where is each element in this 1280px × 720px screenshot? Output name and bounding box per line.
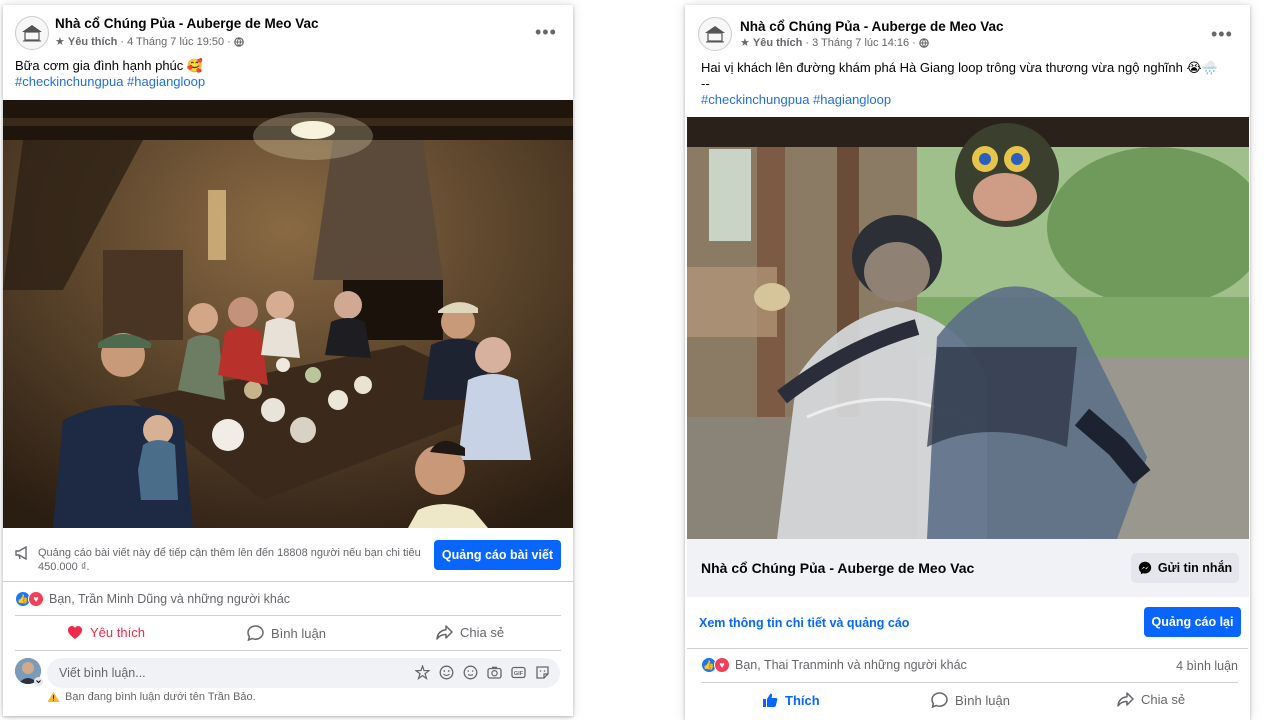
heart-icon: [68, 626, 82, 639]
reactions-summary[interactable]: 👍 ♥ Bạn, Trần Minh Dũng và những người k…: [15, 591, 290, 607]
post-caption: Bữa cơm gia đình hạnh phúc 🥰: [15, 58, 204, 73]
reactions-text: Bạn, Trần Minh Dũng và những người khác: [49, 592, 291, 606]
comment-label: Bình luận: [271, 625, 326, 641]
smile-icon[interactable]: [463, 665, 478, 680]
post-hashtags[interactable]: #checkinchungpua #hagiangloop: [15, 74, 205, 89]
favorite-button[interactable]: Yêu thích: [67, 625, 145, 640]
house-logo-icon: [22, 25, 42, 42]
like-label: Thích: [785, 692, 820, 708]
love-reaction-icon: ♥: [714, 657, 730, 673]
favorite-label: Yêu thích: [752, 36, 803, 49]
post-meta: ★ Yêu thích · 3 Tháng 7 lúc 14:16 ·: [740, 36, 929, 49]
favorite-label: Yêu thích: [67, 35, 118, 48]
divider: [3, 581, 573, 582]
post-header: Nhà cổ Chúng Pủa - Auberge de Meo Vac ★ …: [685, 5, 1250, 55]
notice-text: Bạn đang bình luận dưới tên Trần Bảo.: [65, 691, 256, 703]
megaphone-icon: [15, 546, 27, 560]
post-photo-dinner[interactable]: [3, 100, 573, 528]
page-avatar[interactable]: [15, 16, 49, 50]
comments-count[interactable]: 4 bình luận: [1176, 659, 1238, 673]
page-info-strip: Nhà cổ Chúng Pủa - Auberge de Meo Vac Gử…: [687, 539, 1249, 597]
share-button[interactable]: Chia sẻ: [436, 625, 504, 640]
like-button[interactable]: Thích: [762, 692, 820, 708]
favorite-label: Yêu thích: [90, 625, 145, 640]
house-logo-icon: [705, 26, 725, 43]
send-message-label: Gửi tin nhắn: [1157, 561, 1233, 575]
comment-icon: [247, 625, 264, 641]
comment-tools: GIF: [415, 665, 550, 680]
strip-page-name[interactable]: Nhà cổ Chúng Pủa - Auberge de Meo Vac: [701, 560, 974, 576]
view-insights-link[interactable]: Xem thông tin chi tiết và quảng cáo: [699, 616, 909, 630]
dinner-photo-illustration: [3, 100, 573, 528]
svg-text:GIF: GIF: [514, 671, 524, 677]
post-caption: Hai vị khách lên đường khám phá Hà Giang…: [701, 60, 1218, 75]
star-icon: ★: [55, 36, 65, 48]
promo-description: Quảng cáo bài viết này để tiếp cận thêm …: [38, 547, 421, 573]
share-label: Chia sẻ: [460, 625, 505, 640]
share-label: Chia sẻ: [1141, 692, 1186, 707]
promo-row: Quảng cáo bài viết này để tiếp cận thêm …: [3, 537, 573, 577]
timestamp[interactable]: 4 Tháng 7 lúc 19:50: [127, 36, 224, 48]
page-avatar[interactable]: [698, 17, 732, 51]
comment-button[interactable]: Bình luận: [247, 625, 326, 641]
share-button[interactable]: Chia sẻ: [1117, 692, 1185, 707]
promote-again-button[interactable]: Quảng cáo lại: [1144, 607, 1241, 637]
reaction-icons: 👍 ♥: [701, 657, 730, 673]
comment-button[interactable]: Bình luận: [931, 692, 1010, 708]
timestamp[interactable]: 3 Tháng 7 lúc 14:16: [812, 37, 909, 49]
post-caption-separator: --: [701, 76, 710, 91]
comment-input[interactable]: Viết bình luận... GIF: [47, 658, 560, 688]
chevron-down-icon[interactable]: [34, 677, 43, 686]
reaction-icons: 👍 ♥: [15, 591, 44, 607]
comment-placeholder: Viết bình luận...: [59, 666, 146, 680]
post-photo-raincoats[interactable]: [687, 117, 1249, 539]
love-reaction-icon: ♥: [28, 591, 44, 607]
post-card-1: Nhà cổ Chúng Pủa - Auberge de Meo Vac ★ …: [3, 5, 573, 716]
sticker-icon[interactable]: [535, 665, 550, 680]
globe-icon: [233, 36, 244, 47]
star-icon: ★: [740, 37, 750, 49]
divider: [15, 650, 561, 651]
messenger-icon: [1138, 561, 1152, 575]
boost-post-button[interactable]: Quảng cáo bài viết: [434, 540, 561, 570]
raincoat-photo-illustration: [687, 117, 1249, 539]
avatar-sticker-icon[interactable]: [415, 665, 430, 680]
page-name[interactable]: Nhà cổ Chúng Pủa - Auberge de Meo Vac: [55, 16, 319, 31]
divider: [701, 682, 1238, 683]
share-icon: [1117, 692, 1134, 707]
camera-icon[interactable]: [487, 665, 502, 680]
divider: [15, 615, 561, 616]
thumbs-up-icon: [763, 693, 778, 707]
emoji-icon[interactable]: [439, 665, 454, 680]
post-header: Nhà cổ Chúng Pủa - Auberge de Meo Vac ★ …: [3, 5, 573, 55]
page-name[interactable]: Nhà cổ Chúng Pủa - Auberge de Meo Vac: [740, 19, 1004, 34]
comment-identity-notice: Bạn đang bình luận dưới tên Trần Bảo.: [47, 691, 256, 703]
gif-icon[interactable]: GIF: [511, 665, 526, 680]
post-meta: ★ Yêu thích · 4 Tháng 7 lúc 19:50 ·: [55, 35, 244, 48]
send-message-button[interactable]: Gửi tin nhắn: [1131, 553, 1239, 583]
reactions-summary[interactable]: 👍 ♥ Bạn, Thai Tranminh và những người kh…: [701, 657, 967, 673]
share-icon: [436, 625, 453, 640]
post-hashtags[interactable]: #checkinchungpua #hagiangloop: [701, 92, 891, 107]
globe-icon: [918, 37, 929, 48]
more-options-icon[interactable]: •••: [1211, 25, 1233, 43]
warning-icon: [47, 692, 60, 702]
comment-label: Bình luận: [955, 692, 1010, 708]
comment-icon: [931, 692, 948, 708]
divider: [687, 648, 1248, 649]
more-options-icon[interactable]: •••: [535, 23, 557, 41]
reactions-text: Bạn, Thai Tranminh và những người khác: [735, 658, 967, 672]
post-card-2: Nhà cổ Chúng Pủa - Auberge de Meo Vac ★ …: [685, 5, 1250, 720]
